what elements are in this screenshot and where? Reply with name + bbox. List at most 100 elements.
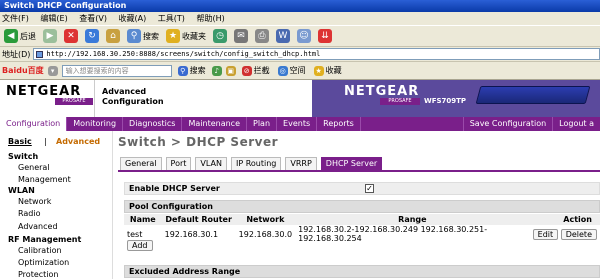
col-action: Action (529, 214, 600, 225)
messenger-icon: ☺ (297, 29, 311, 43)
dropdown-icon[interactable]: ▾ (47, 65, 58, 76)
nav-plan[interactable]: Plan (247, 117, 278, 131)
nav-diagnostics[interactable]: Diagnostics (123, 117, 183, 131)
print-button[interactable]: ⎙ (253, 29, 271, 43)
switch-device-image (475, 86, 591, 104)
col-network: Network (235, 214, 296, 225)
print-icon: ⎙ (255, 29, 269, 43)
tab-ip-routing[interactable]: IP Routing (230, 157, 282, 171)
back-button[interactable]: ◀ 后退 (2, 29, 38, 43)
menu-view[interactable]: 查看(V) (79, 14, 107, 23)
mail-button[interactable]: ✉ (232, 29, 250, 43)
nav-item-management[interactable]: Management (18, 175, 71, 184)
nav-item-radio[interactable]: Radio (18, 209, 40, 218)
nav-section-wlan: WLAN (8, 186, 35, 195)
cell-router: 192.168.30.1 (164, 229, 219, 239)
pool-table: Name Default Router Network Range Action… (124, 214, 600, 243)
nav-item-advanced[interactable]: Advanced (18, 222, 58, 231)
popup-block-label: 拦截 (253, 66, 270, 75)
nav-item-general[interactable]: General (18, 163, 50, 172)
star-icon: ★ (166, 29, 180, 43)
nav-item-network[interactable]: Network (18, 197, 51, 206)
enable-dhcp-checkbox[interactable]: ✓ (365, 184, 374, 193)
menu-file[interactable]: 文件(F) (2, 14, 29, 23)
cell-range: 192.168.30.2-192.168.30.249 192.168.30.2… (298, 225, 488, 243)
prosafe-badge: PROSAFE (55, 98, 93, 105)
collect-button[interactable]: ★ 收藏 (312, 65, 344, 76)
nav-section-switch: Switch (8, 152, 39, 161)
page-icon (36, 51, 44, 58)
space-label: 空间 (289, 66, 306, 75)
address-url: http://192.168.30.250:8888/screens/switc… (46, 50, 321, 58)
image-icon[interactable]: ▣ (225, 65, 236, 76)
tab-vrrp[interactable]: VRRP (285, 157, 317, 171)
advanced-link[interactable]: Advanced (56, 137, 100, 146)
stop-button[interactable]: ✕ (62, 29, 80, 43)
tab-vlan[interactable]: VLAN (195, 157, 227, 171)
tab-port[interactable]: Port (165, 157, 192, 171)
favorites-label: 收藏夹 (182, 31, 206, 41)
address-bar: 地址(D) http://192.168.30.250:8888/screens… (0, 47, 600, 62)
history-button[interactable]: ◷ (211, 29, 229, 43)
menu-edit[interactable]: 编辑(E) (40, 14, 67, 23)
tab-dhcp-server[interactable]: DHCP Server (320, 157, 383, 171)
nav-item-calibration[interactable]: Calibration (18, 246, 62, 255)
nav-configuration[interactable]: Configuration (0, 117, 68, 131)
download-button[interactable]: ⇊ (316, 29, 334, 43)
baidu-logo: Baidu百度 (2, 66, 44, 75)
window-titlebar: Switch DHCP Configuration (0, 0, 600, 12)
baidu-search-input[interactable]: 输入想要搜索的内容 (61, 64, 172, 77)
menu-bar: 文件(F) 编辑(E) 查看(V) 收藏(A) 工具(T) 帮助(H) (0, 12, 600, 25)
netgear-banner-logo: NETGEAR (344, 84, 420, 99)
home-button[interactable]: ⌂ (104, 29, 122, 43)
favorites-button[interactable]: ★ 收藏夹 (164, 29, 208, 43)
address-label: 地址(D) (2, 49, 31, 59)
forward-arrow-icon: ▶ (43, 29, 57, 43)
music-icon[interactable]: ♪ (211, 65, 222, 76)
delete-button[interactable]: Delete (560, 228, 597, 240)
menu-tools[interactable]: 工具(T) (158, 14, 185, 23)
search-button[interactable]: ⚲ 搜索 (125, 29, 161, 43)
refresh-button[interactable]: ↻ (83, 29, 101, 43)
history-icon: ◷ (213, 29, 227, 43)
nav-section-rf-management: RF Management (8, 235, 82, 244)
edit-page-button[interactable]: W (274, 29, 292, 43)
baidu-search-button[interactable]: ⚲ 搜索 (176, 65, 208, 76)
nav-monitoring[interactable]: Monitoring (67, 117, 124, 131)
messenger-button[interactable]: ☺ (295, 29, 313, 43)
pool-table-header-row: Name Default Router Network Range Action (124, 214, 600, 225)
nav-item-optimization[interactable]: Optimization (18, 258, 69, 267)
header-title-line2: Configuration (102, 97, 164, 106)
tab-general[interactable]: General (120, 157, 162, 171)
col-range: Range (295, 214, 530, 225)
edit-button[interactable]: Edit (532, 228, 559, 240)
nav-events[interactable]: Events (277, 117, 318, 131)
header-title-line1: Advanced (102, 87, 147, 96)
enable-dhcp-label: Enable DHCP Server (129, 184, 220, 193)
netgear-logo: NETGEAR (6, 84, 82, 99)
space-icon: ◎ (277, 65, 288, 76)
nav-reports[interactable]: Reports (317, 117, 361, 131)
enable-dhcp-row: Enable DHCP Server ✓ (124, 182, 600, 195)
menu-help[interactable]: 帮助(H) (196, 14, 224, 23)
collect-label: 收藏 (325, 66, 342, 75)
menu-favorites[interactable]: 收藏(A) (119, 14, 147, 23)
back-arrow-icon: ◀ (4, 29, 18, 43)
nav-logout[interactable]: Logout a (553, 117, 600, 131)
forward-button[interactable]: ▶ (41, 29, 59, 43)
collect-star-icon: ★ (313, 65, 324, 76)
popup-block-button[interactable]: ⊘ 拦截 (240, 65, 272, 76)
add-pool-button[interactable]: Add (127, 240, 153, 251)
nav-maintenance[interactable]: Maintenance (182, 117, 247, 131)
space-button[interactable]: ◎ 空间 (276, 65, 308, 76)
nav-separator: | (44, 137, 47, 146)
basic-link[interactable]: Basic (8, 137, 32, 146)
prosafe-banner-badge: PROSAFE (380, 98, 420, 105)
back-label: 后退 (20, 31, 36, 41)
address-input[interactable]: http://192.168.30.250:8888/screens/switc… (33, 48, 600, 60)
table-row: test 192.168.30.1 192.168.30.0 192.168.3… (124, 225, 600, 243)
nav-item-protection[interactable]: Protection (18, 270, 58, 279)
search-label: 搜索 (143, 31, 159, 41)
home-icon: ⌂ (106, 29, 120, 43)
nav-save-configuration[interactable]: Save Configuration (462, 117, 554, 131)
